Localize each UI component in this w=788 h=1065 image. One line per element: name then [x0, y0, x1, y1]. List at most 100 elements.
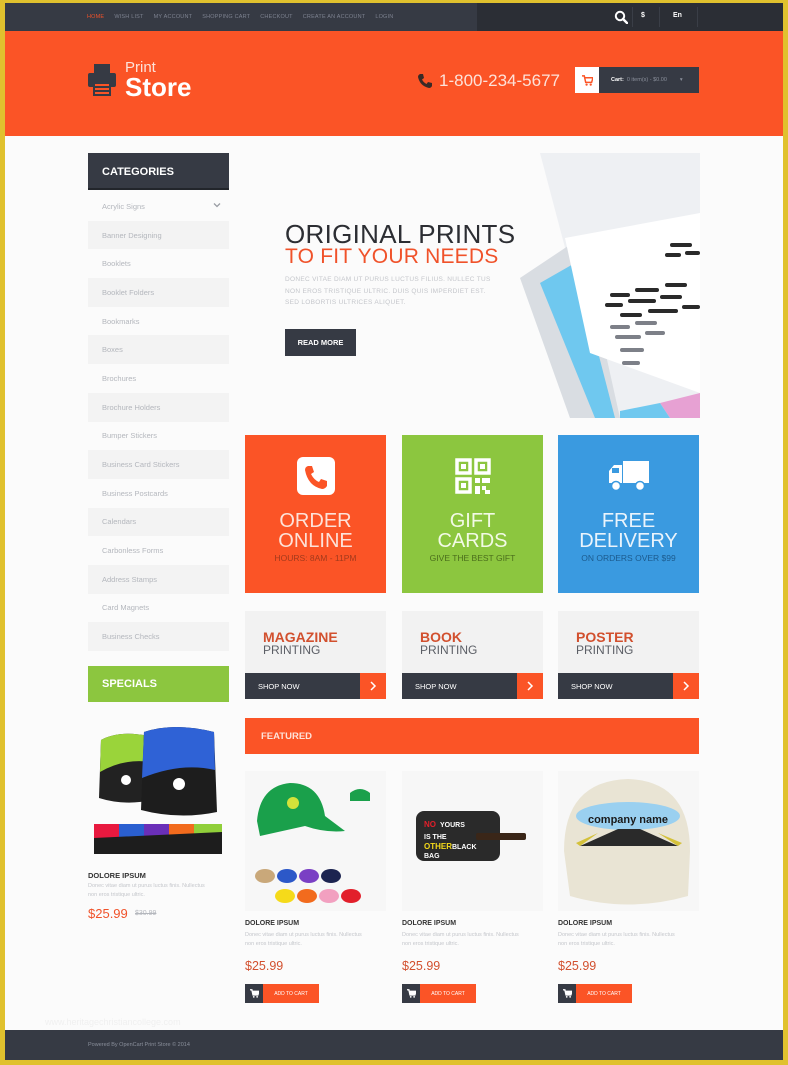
chevron-right-icon: [517, 673, 543, 699]
svg-text:BLACK: BLACK: [452, 844, 477, 851]
cart-total: 0 item(s) - $0.00: [626, 77, 667, 83]
truck-icon: [608, 461, 649, 492]
special-product-desc: Donec vitae diam ut purus luctus finis. …: [88, 883, 205, 898]
product-name[interactable]: DOLORE IPSUM: [245, 920, 299, 927]
phone-contact: 1-800-234-5677: [417, 71, 560, 91]
special-product-image[interactable]: [89, 720, 229, 858]
nav-create-account[interactable]: Create an Account: [303, 14, 366, 20]
product-card: DOLORE IPSUM Donec vitae diam ut purus l…: [245, 771, 386, 1003]
logo-line2: Store: [125, 72, 192, 102]
chevron-right-icon: [360, 673, 386, 699]
logo-text: Print Store: [125, 60, 192, 102]
add-to-cart-button[interactable]: ADD TO CART: [558, 984, 632, 1003]
cart-label: Cart:: [611, 77, 624, 83]
shop-now-button[interactable]: SHOP NOW: [245, 673, 386, 699]
magazine-printing-box: MAGAZINE PRINTING SHOP NOW: [245, 611, 386, 699]
special-old-price: $30.99: [135, 910, 157, 917]
category-item[interactable]: Address Stamps: [88, 564, 229, 594]
svg-text:IS THE: IS THE: [424, 834, 447, 841]
box-subtitle: PRINTING: [420, 643, 478, 657]
nav-wish-list[interactable]: Wish List: [114, 14, 143, 20]
category-item[interactable]: Business Postcards: [88, 479, 229, 508]
header: Print Store 1-800-234-5677 Cart: 0 item(…: [5, 31, 783, 136]
category-item[interactable]: Bumper Stickers: [88, 422, 229, 451]
svg-text:BAG: BAG: [424, 853, 440, 860]
box-subtitle: PRINTING: [576, 643, 634, 657]
cart-icon: [245, 984, 263, 1003]
free-delivery-tile[interactable]: FREE DELIVERY ON ORDERS OVER $99: [558, 435, 699, 593]
category-item[interactable]: Banner Designing: [88, 220, 229, 250]
box-subtitle: PRINTING: [263, 643, 321, 657]
cart-icon: [402, 984, 420, 1003]
cart-button[interactable]: Cart: 0 item(s) - $0.00 ▾: [575, 67, 699, 93]
currency-selector[interactable]: $: [641, 12, 645, 19]
category-item[interactable]: Booklet Folders: [88, 278, 229, 307]
chevron-down-icon: ▾: [679, 77, 683, 83]
category-item[interactable]: Acrylic Signs: [88, 192, 229, 221]
svg-text:OTHER: OTHER: [424, 842, 452, 851]
nav-my-account[interactable]: My Account: [154, 14, 193, 20]
add-to-cart-button[interactable]: ADD TO CART: [245, 984, 319, 1003]
watermark-text: www.heritagechristiancollege.com: [45, 1017, 181, 1027]
special-price: $25.99: [88, 906, 128, 921]
order-online-tile[interactable]: ORDER ONLINE HOURS: 8AM - 11PM: [245, 435, 386, 593]
hero-subtitle: TO FIT YOUR NEEDS: [285, 245, 499, 268]
category-item[interactable]: Bookmarks: [88, 307, 229, 336]
category-item[interactable]: Business Card Stickers: [88, 450, 229, 479]
phone-icon: [296, 457, 335, 495]
specials-heading: SPECIALS: [88, 666, 229, 702]
product-image-luggage-tag[interactable]: NO YOURS IS THE OTHER BLACK BAG: [402, 771, 543, 911]
category-item[interactable]: Calendars: [88, 507, 229, 537]
category-item[interactable]: Brochures: [88, 364, 229, 393]
cart-summary: Cart: 0 item(s) - $0.00 ▾: [599, 67, 699, 93]
product-price: $25.99: [402, 959, 441, 973]
svg-text:company name: company name: [588, 814, 668, 826]
category-item[interactable]: Boxes: [88, 335, 229, 365]
product-name[interactable]: DOLORE IPSUM: [402, 920, 456, 927]
featured-heading: FEATURED: [245, 718, 699, 754]
chevron-down-icon[interactable]: [213, 201, 221, 209]
page: Home Wish List My Account Shopping Cart …: [5, 3, 783, 1060]
tile-subtitle: ON ORDERS OVER $99: [581, 553, 676, 563]
categories-heading: CATEGORIES: [88, 153, 229, 190]
product-image-green-cap[interactable]: [245, 771, 386, 911]
product-desc: Donec vitae diam ut purus luctus finis. …: [402, 932, 519, 947]
nav-shopping-cart[interactable]: Shopping Cart: [202, 14, 250, 20]
qr-code-icon: [454, 458, 491, 494]
search-icon[interactable]: [614, 10, 628, 24]
nav-login[interactable]: Login: [375, 14, 393, 20]
logo[interactable]: Print Store: [87, 60, 192, 102]
shop-now-label: SHOP NOW: [571, 681, 613, 691]
product-desc: Donec vitae diam ut purus luctus finis. …: [558, 932, 675, 947]
special-product-name[interactable]: DOLORE IPSUM: [88, 871, 146, 880]
divider: [632, 7, 633, 27]
product-image-company-cap[interactable]: company name: [558, 771, 699, 911]
phone-icon: [418, 74, 432, 88]
nav-checkout[interactable]: Checkout: [260, 14, 292, 20]
product-name[interactable]: DOLORE IPSUM: [558, 920, 612, 927]
category-item[interactable]: Card Magnets: [88, 594, 229, 623]
product-price: $25.99: [245, 959, 284, 973]
category-item[interactable]: Brochure Holders: [88, 392, 229, 422]
product-card: NO YOURS IS THE OTHER BLACK BAG DOLORE I…: [402, 771, 543, 1003]
nav-home[interactable]: Home: [87, 14, 104, 20]
shop-now-button[interactable]: SHOP NOW: [402, 673, 543, 699]
phone-number: 1-800-234-5677: [439, 71, 560, 90]
add-to-cart-label: ADD TO CART: [576, 984, 632, 1003]
tile-title: FREE DELIVERY: [579, 510, 678, 552]
read-more-button[interactable]: READ MORE: [285, 329, 356, 356]
add-to-cart-label: ADD TO CART: [263, 984, 319, 1003]
tile-subtitle: GIVE THE BEST GIFT: [429, 553, 516, 563]
category-item[interactable]: Carbonless Forms: [88, 536, 229, 565]
add-to-cart-button[interactable]: ADD TO CART: [402, 984, 476, 1003]
category-item[interactable]: Business Checks: [88, 622, 229, 651]
cart-icon: [581, 74, 593, 86]
svg-text:NO: NO: [424, 820, 436, 829]
language-selector[interactable]: En: [673, 12, 682, 19]
printer-icon: [88, 64, 116, 96]
cart-icon-box: [575, 67, 599, 93]
category-item[interactable]: Booklets: [88, 249, 229, 278]
shop-now-label: SHOP NOW: [258, 681, 300, 691]
shop-now-button[interactable]: SHOP NOW: [558, 673, 699, 699]
gift-cards-tile[interactable]: GIFT CARDS GIVE THE BEST GIFT: [402, 435, 543, 593]
